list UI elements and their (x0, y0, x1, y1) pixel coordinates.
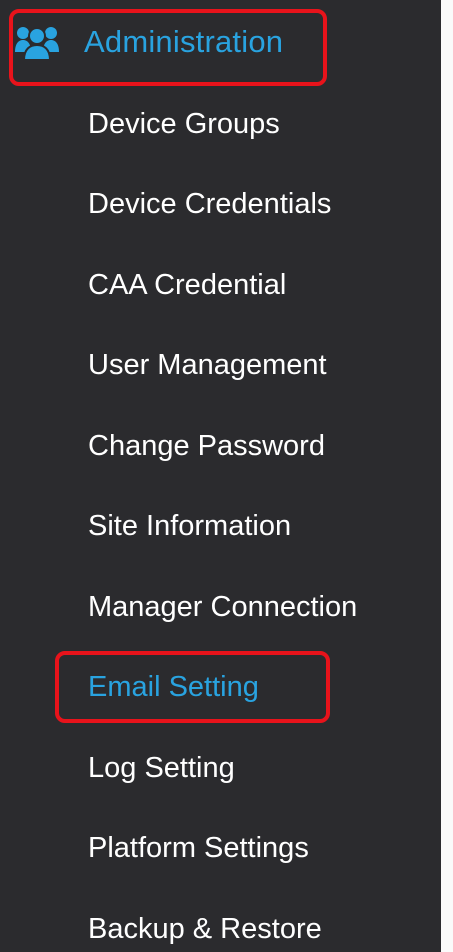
nav-item-change-password[interactable]: Change Password (88, 426, 325, 466)
nav-item-device-credentials[interactable]: Device Credentials (88, 184, 331, 224)
nav-item-device-groups[interactable]: Device Groups (88, 104, 280, 144)
nav-item-email-setting[interactable]: Email Setting (88, 667, 259, 707)
nav-item-platform-settings[interactable]: Platform Settings (88, 828, 309, 868)
nav-item-caa-credential[interactable]: CAA Credential (88, 265, 286, 305)
nav-item-backup-restore[interactable]: Backup & Restore (88, 909, 322, 949)
administration-label: Administration (84, 24, 284, 59)
admin-sidebar: Administration Device Groups Device Cred… (0, 0, 441, 952)
nav-item-log-setting[interactable]: Log Setting (88, 748, 235, 788)
administration-section-header[interactable]: Administration (0, 12, 441, 72)
nav-item-site-information[interactable]: Site Information (88, 506, 291, 546)
users-icon (14, 24, 60, 61)
nav-item-manager-connection[interactable]: Manager Connection (88, 587, 357, 627)
nav-item-user-management[interactable]: User Management (88, 345, 327, 385)
